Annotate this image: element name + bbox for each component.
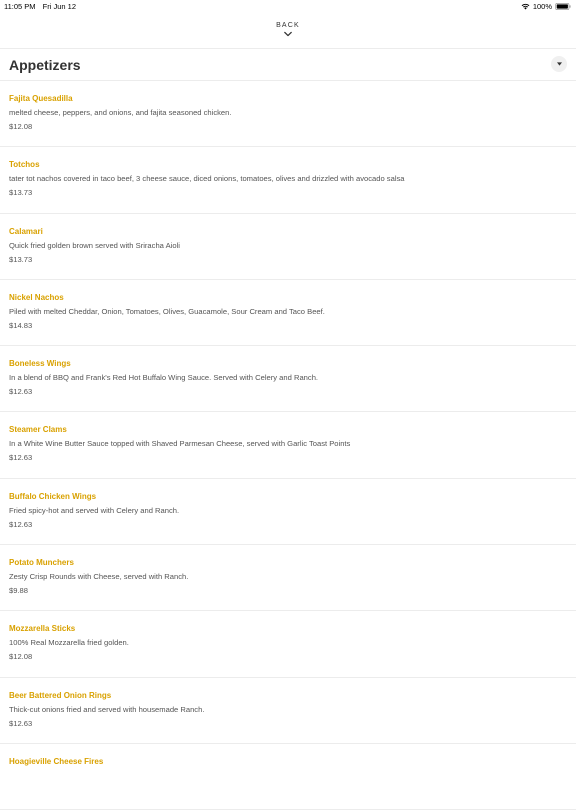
- item-name: Nickel Nachos: [9, 292, 64, 302]
- collapse-button[interactable]: [551, 56, 567, 72]
- menu-item[interactable]: Mozzarella Sticks 100% Real Mozzarella f…: [0, 611, 576, 678]
- item-description: tater tot nachos covered in taco beef, 3…: [9, 174, 405, 184]
- item-description: Fried spicy-hot and served with Celery a…: [9, 505, 180, 515]
- menu-item[interactable]: Calamari Quick fried golden brown served…: [0, 214, 576, 280]
- item-price: $13.73: [9, 254, 33, 264]
- item-description: Zesty Crisp Rounds with Cheese, served w…: [9, 572, 189, 582]
- back-button[interactable]: BACK: [0, 19, 576, 45]
- status-date: Fri Jun 12: [42, 2, 76, 11]
- item-description: Quick fried golden brown served with Sri…: [9, 240, 180, 250]
- item-price: $9.88: [9, 586, 29, 596]
- item-description: Thick-cut onions fried and served with h…: [9, 704, 205, 714]
- item-description: Piled with melted Cheddar, Onion, Tomato…: [9, 306, 325, 316]
- battery-percent: 100%: [532, 2, 552, 11]
- item-name: Calamari: [9, 226, 43, 236]
- item-price: $13.73: [9, 188, 33, 198]
- item-price: $12.63: [9, 387, 33, 397]
- menu-item[interactable]: Boneless Wings In a blend of BBQ and Fra…: [0, 346, 576, 413]
- item-price: $12.08: [9, 652, 33, 662]
- battery-icon: [555, 3, 571, 10]
- menu-item[interactable]: Steamer Clams In a White Wine Butter Sau…: [0, 412, 576, 479]
- item-name: Hoagieville Cheese Fires: [9, 756, 104, 766]
- item-price: $12.63: [9, 519, 33, 529]
- menu-item[interactable]: Nickel Nachos Piled with melted Cheddar,…: [0, 280, 576, 347]
- status-time: 11:05 PM: [4, 2, 36, 11]
- item-name: Fajita Quesadilla: [9, 94, 73, 103]
- menu-list: Fajita Quesadilla melted cheese, peppers…: [0, 81, 576, 810]
- item-price: $14.83: [9, 320, 33, 330]
- menu-item[interactable]: Beer Battered Onion Rings Thick-cut onio…: [0, 678, 576, 744]
- caret-down-icon: [556, 62, 562, 66]
- item-description: 100% Real Mozzarella fried golden.: [9, 638, 129, 648]
- item-name: Potato Munchers: [9, 558, 74, 568]
- item-description: In a White Wine Butter Sauce topped with…: [9, 439, 351, 449]
- menu-item[interactable]: Potato Munchers Zesty Crisp Rounds with …: [0, 545, 576, 612]
- item-price: $12.63: [9, 453, 33, 463]
- item-name: Boneless Wings: [9, 359, 71, 369]
- chevron-down-icon: [284, 31, 292, 37]
- item-price: $12.63: [9, 718, 33, 728]
- item-name: Beer Battered Onion Rings: [9, 690, 112, 700]
- menu-item[interactable]: Totchos tater tot nachos covered in taco…: [0, 147, 576, 214]
- item-price: $12.08: [9, 122, 33, 131]
- back-label: BACK: [276, 22, 300, 29]
- item-name: Mozzarella Sticks: [9, 624, 76, 634]
- menu-item[interactable]: Hoagieville Cheese Fires: [0, 744, 576, 810]
- item-name: Buffalo Chicken Wings: [9, 491, 97, 501]
- status-bar: 11:05 PM Fri Jun 12 100%: [0, 0, 576, 14]
- section-title: Appetizers: [9, 57, 81, 73]
- item-description: melted cheese, peppers, and onions, and …: [9, 108, 232, 117]
- item-name: Steamer Clams: [9, 425, 67, 435]
- item-description: In a blend of BBQ and Frank's Red Hot Bu…: [9, 373, 319, 383]
- section-header: Appetizers: [0, 49, 576, 81]
- item-name: Totchos: [9, 160, 40, 170]
- menu-item[interactable]: Fajita Quesadilla melted cheese, peppers…: [0, 81, 576, 148]
- wifi-icon: [521, 3, 530, 10]
- menu-item[interactable]: Buffalo Chicken Wings Fried spicy-hot an…: [0, 479, 576, 546]
